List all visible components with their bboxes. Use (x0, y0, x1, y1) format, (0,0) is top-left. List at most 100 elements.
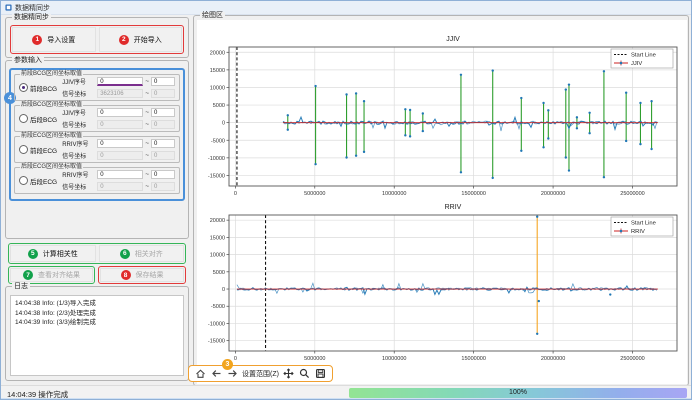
field-label: 信号坐标 (62, 120, 95, 129)
field-label: JJIV序号 (62, 108, 95, 117)
svg-text:25000000: 25000000 (620, 191, 644, 197)
rear-bcg-coord-start-input[interactable]: 0 (97, 120, 143, 129)
svg-text:10000000: 10000000 (382, 356, 406, 362)
rear-bcg-group: 后段BCG区间坐标取值后段BCGJJIV序号0~0信号坐标0~0 (14, 105, 180, 132)
front-bcg-index-start-input[interactable]: 0 (97, 77, 143, 86)
svg-text:15000000: 15000000 (461, 356, 485, 362)
rear-bcg-coord-end-input[interactable]: 0 (151, 120, 175, 129)
subgroup-title: 前段ECG区间坐标取值 (20, 133, 83, 140)
rear-ecg-radio[interactable]: 后段ECG (19, 176, 62, 186)
rear-bcg-index-end-input[interactable]: 0 (151, 108, 175, 117)
rear-bcg-index-start-input[interactable]: 0 (97, 108, 143, 117)
front-bcg-coord-start-input[interactable]: 3623106 (97, 89, 143, 98)
button-label: 查看对齐结果 (38, 270, 80, 280)
subgroup-title: 前段BCG区间坐标取值 (20, 71, 83, 78)
svg-text:RRIV: RRIV (445, 204, 462, 211)
front-ecg-radio[interactable]: 前段ECG (19, 145, 62, 155)
jjiv-chart[interactable]: 0500000010000000150000002000000025000000… (199, 31, 685, 199)
magnifier-icon (299, 368, 310, 379)
pan-button[interactable] (283, 368, 295, 380)
svg-text:20000: 20000 (210, 218, 225, 224)
group-title: 日志 (12, 283, 30, 291)
svg-text:5000000: 5000000 (304, 191, 325, 197)
save-button[interactable] (315, 368, 327, 380)
view-align-result-button[interactable]: 7查看对齐结果 (10, 268, 93, 282)
front-bcg-index-end-input[interactable]: 0 (151, 77, 175, 86)
group-title: 参数输入 (12, 57, 44, 65)
rear-bcg-radio[interactable]: 后段BCG (19, 114, 62, 124)
svg-text:0: 0 (222, 121, 225, 127)
home-icon (195, 368, 206, 379)
set-range-button[interactable]: 设置范围(Z) (242, 369, 279, 379)
back-button[interactable] (210, 368, 222, 380)
start-import-button[interactable]: 2开始导入 (99, 27, 183, 52)
step-badge-8: 8 (121, 270, 131, 280)
legend: Start Line RRIV (611, 217, 673, 236)
rriv-chart[interactable]: 0 5000000 10000000 15000000 20000000 25000000… (199, 199, 685, 365)
rear-ecg-index-end-input[interactable]: 0 (151, 170, 175, 179)
step-badge-3: 3 (222, 359, 233, 370)
svg-text:-5000: -5000 (211, 138, 225, 144)
statusbar: 14:04:39 操作完成 100% (1, 385, 692, 399)
import-settings-button[interactable]: 1导入设置 (12, 27, 96, 52)
svg-text:0: 0 (234, 356, 237, 362)
front-bcg-radio[interactable]: 前段BCG (19, 83, 62, 93)
log-output[interactable]: 14:04:38 Info: (1/3)导入完成14:04:38 Info: (… (10, 295, 184, 376)
front-bcg-coord-end-input[interactable]: 0 (151, 89, 175, 98)
zoom-button[interactable] (299, 368, 311, 380)
main-area: 数据精同步 1导入设置2开始导入 参数输入 4 前段BCG区间坐标取值前段BCG… (1, 14, 692, 385)
back-arrow-icon (211, 368, 222, 379)
radio-icon (19, 145, 28, 154)
app-icon (5, 4, 12, 11)
range-separator: ~ (145, 109, 149, 116)
app-window: 数据精同步 数据精同步 1导入设置2开始导入 参数输入 4 前段BCG区间坐标取… (0, 0, 692, 400)
subgroup-title: 后段ECG区间坐标取值 (20, 164, 83, 171)
button-label: 计算相关性 (43, 249, 78, 259)
radio-label: 后段BCG (30, 114, 57, 124)
view-result-box: 7查看对齐结果 (8, 266, 95, 284)
svg-text:15000000: 15000000 (461, 191, 485, 197)
range-separator: ~ (145, 78, 149, 85)
rear-ecg-coord-start-input[interactable]: 0 (97, 182, 143, 191)
svg-text:JJIV: JJIV (631, 61, 642, 67)
front-ecg-index-start-input[interactable]: 0 (97, 139, 143, 148)
svg-text:20000000: 20000000 (541, 356, 565, 362)
svg-text:10000000: 10000000 (382, 191, 406, 197)
svg-text:0: 0 (222, 287, 225, 293)
field-label: RRIV序号 (62, 139, 95, 148)
plot-area-group: 绘图区 050000001000000015000000200000002500… (193, 15, 689, 386)
rear-ecg-index-start-input[interactable]: 0 (97, 170, 143, 179)
field-label: 信号坐标 (62, 151, 95, 160)
svg-text:-10000: -10000 (208, 321, 225, 327)
svg-text:-10000: -10000 (208, 156, 225, 162)
svg-text:-5000: -5000 (211, 304, 225, 310)
subgroup-title: 后段BCG区间坐标取值 (20, 102, 83, 109)
front-ecg-coord-start-input[interactable]: 0 (97, 151, 143, 160)
import-buttons-box: 1导入设置2开始导入 (10, 25, 184, 54)
svg-text:Start Line: Start Line (631, 221, 656, 227)
rear-ecg-coord-end-input[interactable]: 0 (151, 182, 175, 191)
home-button[interactable] (194, 368, 206, 380)
range-separator: ~ (145, 121, 149, 128)
svg-text:RRIV: RRIV (631, 229, 645, 235)
front-ecg-group: 前段ECG区间坐标取值前段ECGRRIV序号0~0信号坐标0~0 (14, 136, 180, 163)
compute-correlation-button[interactable]: 5计算相关性 (10, 245, 96, 262)
range-separator: ~ (145, 171, 149, 178)
radio-icon (19, 176, 28, 185)
svg-text:5000000: 5000000 (304, 356, 325, 362)
svg-text:10000: 10000 (210, 85, 225, 91)
correlation-align-button[interactable]: 6相关对齐 (99, 245, 185, 262)
svg-text:Start Line: Start Line (631, 53, 656, 59)
params-highlight-box: 4 前段BCG区间坐标取值前段BCGJJIV序号0~0信号坐标3623106~0… (9, 68, 185, 201)
step-badge-6: 6 (120, 249, 130, 259)
svg-text:25000000: 25000000 (620, 356, 644, 362)
parameters-group: 参数输入 4 前段BCG区间坐标取值前段BCGJJIV序号0~0信号坐标3623… (5, 60, 189, 239)
svg-text:JJIV: JJIV (446, 36, 460, 43)
svg-text:15000: 15000 (210, 68, 225, 74)
range-separator: ~ (145, 152, 149, 159)
rear-ecg-group: 后段ECG区间坐标取值后段ECGRRIV序号0~0信号坐标0~0 (14, 167, 180, 194)
front-ecg-index-end-input[interactable]: 0 (151, 139, 175, 148)
radio-icon (19, 114, 28, 123)
save-result-button[interactable]: 8保存结果 (100, 268, 184, 282)
front-ecg-coord-end-input[interactable]: 0 (151, 151, 175, 160)
